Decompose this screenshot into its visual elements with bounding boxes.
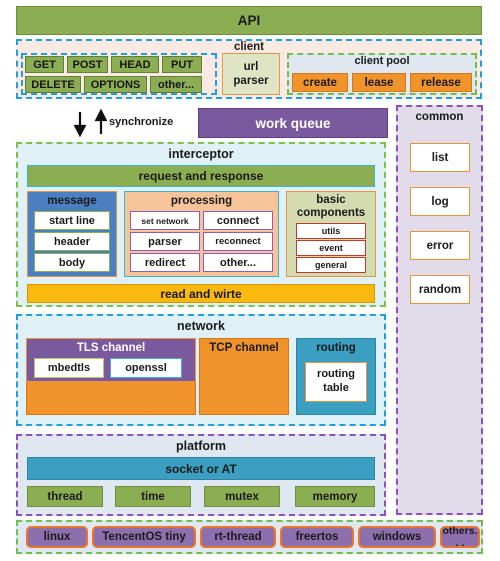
processing-parser[interactable]: parser [130,232,200,251]
platform-mutex[interactable]: mutex [204,486,280,507]
tls-channel-title: TLS channel [76,341,146,354]
interceptor-section-title: interceptor [168,146,234,161]
method-options[interactable]: OPTIONS [84,76,147,93]
socket-or-at-bar: socket or AT [27,457,375,480]
work-queue-box: work queue [198,108,388,138]
common-log[interactable]: log [410,187,470,216]
url-parser-line2: parser [233,75,269,87]
url-parser-line1: url [243,60,259,73]
processing-title: processing [170,194,233,207]
method-delete[interactable]: DELETE [25,76,81,93]
read-and-write-bar: read and wirte [27,284,375,303]
routing-title: routing [316,341,356,354]
message-header[interactable]: header [34,232,110,251]
method-other[interactable]: other... [150,76,202,93]
os-tencentos-tiny[interactable]: TencentOS tiny [92,526,196,548]
method-head[interactable]: HEAD [111,56,159,73]
message-body[interactable]: body [34,253,110,272]
synchronize-label: synchronize [109,116,174,129]
processing-other[interactable]: other... [203,253,273,272]
pool-create[interactable]: create [292,73,348,92]
network-section-title: network [177,318,225,333]
processing-set-network[interactable]: set network [130,211,200,230]
tls-openssl[interactable]: openssl [110,358,182,378]
method-post[interactable]: POST [67,56,108,73]
url-parser-box: url parser [222,53,280,95]
tls-mbedtls[interactable]: mbedtls [34,358,104,378]
basic-general[interactable]: general [296,257,366,273]
method-get[interactable]: GET [25,56,64,73]
basic-utils[interactable]: utils [296,223,366,239]
tcp-channel-title: TCP channel [209,341,279,354]
os-windows[interactable]: windows [358,526,436,548]
platform-time[interactable]: time [115,486,191,507]
pool-release[interactable]: release [410,73,472,92]
platform-memory[interactable]: memory [295,486,375,507]
common-list[interactable]: list [410,143,470,172]
message-title: message [47,194,97,207]
os-freertos[interactable]: freertos [280,526,354,548]
common-error[interactable]: error [410,231,470,260]
client-section-title: client [233,40,265,53]
platform-thread[interactable]: thread [27,486,103,507]
common-random[interactable]: random [410,275,470,304]
processing-reconnect[interactable]: reconnect [203,232,273,251]
basic-components-title: basic components [296,193,366,219]
processing-redirect[interactable]: redirect [130,253,200,272]
client-pool-title: client pool [354,54,410,67]
routing-table-box: routing table [305,362,367,402]
routing-table-line2: table [323,382,349,394]
architecture-diagram: API client GET POST HEAD PUT DELETE OPTI… [0,0,500,561]
method-put[interactable]: PUT [162,56,202,73]
os-others[interactable]: others. . . [440,525,480,549]
common-section-title: common [415,110,464,123]
basic-event[interactable]: event [296,240,366,256]
platform-section-title: platform [176,438,226,453]
api-bar: API [16,6,482,35]
os-linux[interactable]: linux [26,526,88,548]
os-rt-thread[interactable]: rt-thread [200,526,276,548]
pool-lease[interactable]: lease [352,73,406,92]
message-start-line[interactable]: start line [34,211,110,230]
request-and-response-bar: request and response [27,165,375,187]
routing-table-line1: routing [317,368,355,381]
processing-connect[interactable]: connect [203,211,273,230]
